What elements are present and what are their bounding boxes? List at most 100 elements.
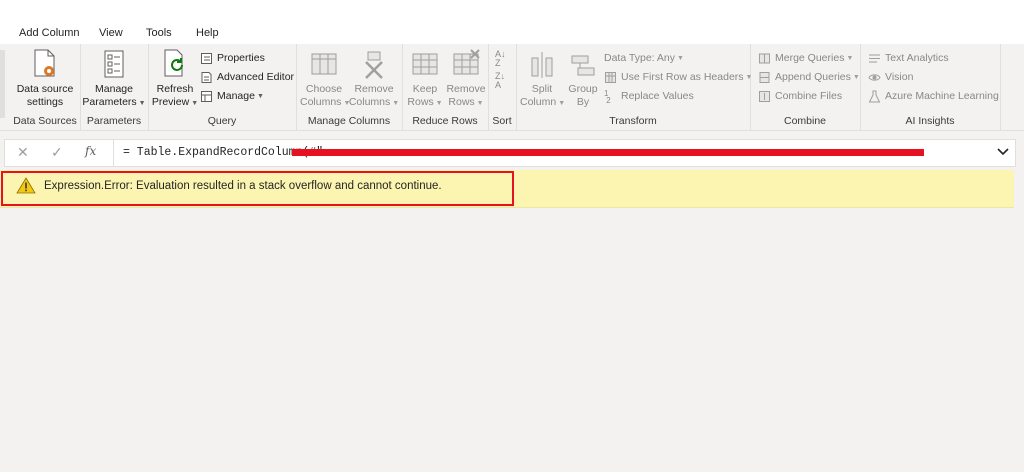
error-highlight-box: [1, 171, 514, 206]
keep-rows-icon: [412, 53, 438, 75]
text-analytics-label: Text Analytics: [885, 52, 949, 64]
text-analytics-button[interactable]: Text Analytics: [868, 50, 949, 66]
split-column-button[interactable]: Split Column ▼: [520, 48, 565, 110]
remove-columns-label-1: Remove: [354, 83, 394, 95]
refresh-preview-label-1: Refresh: [156, 83, 194, 95]
fx-icon[interactable]: fx: [85, 144, 96, 158]
data-source-settings-button[interactable]: Data source settings: [10, 48, 80, 108]
sort-ascending-button[interactable]: A↓ Z: [495, 50, 506, 68]
ribbon-edge: [0, 50, 5, 118]
vision-button[interactable]: Vision: [868, 69, 913, 85]
choose-columns-label-1: Choose: [305, 83, 343, 95]
append-queries-label: Append Queries: [775, 71, 851, 83]
group-label-manage-columns: Manage Columns: [307, 115, 391, 127]
vision-label: Vision: [885, 71, 914, 83]
remove-columns-label-2: Columns: [348, 95, 391, 108]
split-column-icon: [531, 52, 553, 78]
refresh-preview-icon: [164, 49, 183, 77]
group-parameters: Manage Parameters ▼ Parameters: [80, 44, 149, 130]
sort-descending-icon: Z↓ A: [495, 71, 505, 90]
vision-icon: [868, 73, 881, 81]
chevron-down-icon: ▼: [256, 92, 264, 100]
group-combine: Merge Queries ▼ Append Queries ▼ Combine F…: [750, 44, 861, 130]
data-source-settings-label-1: Data source: [16, 83, 74, 95]
append-queries-icon: [759, 71, 770, 83]
remove-rows-button[interactable]: Remove Rows ▼: [444, 48, 488, 110]
group-ai-insights: Text Analytics Vision Azure Machine Lear…: [860, 44, 1001, 130]
append-queries-button[interactable]: Append Queries ▼: [758, 69, 860, 85]
group-by-icon: [571, 55, 595, 76]
sort-descending-button[interactable]: Z↓ A: [495, 72, 505, 90]
group-by-label-2: By: [576, 95, 590, 108]
combine-files-label: Combine Files: [775, 90, 843, 102]
manage-parameters-label-1: Manage: [95, 83, 133, 95]
cancel-icon[interactable]: ✕: [17, 144, 29, 161]
commit-icon[interactable]: ✓: [51, 144, 63, 161]
group-label-query: Query: [207, 115, 237, 127]
keep-rows-button[interactable]: Keep Rows ▼: [404, 48, 446, 110]
group-label-ai-insights: AI Insights: [905, 115, 955, 127]
sort-ascending-icon: A↓ Z: [495, 49, 506, 68]
manage-parameters-label-2: Parameters: [82, 95, 137, 108]
flask-icon: [868, 90, 881, 102]
chevron-down-icon: ▼: [846, 54, 854, 62]
group-sort: A↓ Z Z↓ A Sort: [488, 44, 517, 130]
properties-button[interactable]: Properties: [200, 50, 265, 66]
group-manage-columns: Choose Columns ▼ Remove Columns ▼ Manage C…: [296, 44, 403, 130]
properties-icon: [201, 52, 212, 64]
chevron-down-icon: ▼: [476, 99, 484, 107]
replace-values-button[interactable]: 1 2 Replace Values: [604, 88, 694, 104]
azure-machine-learning-button[interactable]: Azure Machine Learning: [868, 88, 999, 104]
keep-rows-label-1: Keep: [412, 83, 438, 95]
advanced-editor-label: Advanced Editor: [217, 71, 295, 83]
group-query: Refresh Preview ▼ Properties Advanced Edi…: [148, 44, 297, 130]
remove-columns-button[interactable]: Remove Columns ▼: [348, 48, 400, 110]
chevron-down-icon: ▼: [435, 99, 443, 107]
manage-parameters-button[interactable]: Manage Parameters ▼: [80, 48, 148, 110]
remove-rows-label-1: Remove: [446, 83, 486, 95]
merge-queries-label: Merge Queries: [775, 52, 845, 64]
group-label-reduce-rows: Reduce Rows: [412, 115, 478, 127]
properties-label: Properties: [217, 52, 265, 64]
group-label-transform: Transform: [609, 115, 657, 127]
split-column-label-1: Split: [531, 83, 553, 95]
group-reduce-rows: Keep Rows ▼ Remove Rows ▼ Reduce Rows: [402, 44, 489, 130]
merge-queries-button[interactable]: Merge Queries ▼: [758, 50, 853, 66]
azure-machine-learning-label: Azure Machine Learning: [885, 90, 999, 102]
redaction-mark: [292, 149, 924, 156]
advanced-editor-button[interactable]: Advanced Editor: [200, 69, 294, 85]
group-label-combine: Combine: [783, 115, 827, 127]
use-first-row-label: Use First Row as Headers: [621, 71, 744, 83]
table-headers-icon: [605, 71, 616, 83]
menu-bar: Add Column View Tools Help: [0, 0, 1024, 44]
keep-rows-label-2: Rows: [407, 95, 434, 108]
menu-view[interactable]: View: [99, 27, 123, 39]
chevron-down-icon: ▼: [852, 73, 860, 81]
chevron-down-icon: ▼: [677, 54, 684, 62]
use-first-row-as-headers-button[interactable]: Use First Row as Headers ▼: [604, 69, 752, 85]
text-analytics-icon: [869, 54, 880, 62]
refresh-preview-button[interactable]: Refresh Preview ▼: [150, 48, 200, 110]
remove-rows-label-2: Rows: [448, 95, 475, 108]
group-data-sources: Data source settings Data Sources: [10, 44, 81, 130]
manage-icon: [201, 90, 212, 102]
choose-columns-icon: [311, 53, 337, 75]
menu-add-column[interactable]: Add Column: [19, 27, 80, 39]
formula-separator: [113, 140, 114, 166]
menu-help[interactable]: Help: [196, 27, 219, 39]
menu-tools[interactable]: Tools: [146, 27, 172, 39]
advanced-editor-icon: [201, 71, 212, 83]
refresh-preview-label-2: Preview: [151, 95, 190, 108]
manage-button[interactable]: Manage ▼: [200, 88, 264, 104]
chevron-down-icon[interactable]: [997, 148, 1009, 156]
choose-columns-button[interactable]: Choose Columns ▼: [300, 48, 350, 110]
chevron-down-icon: ▼: [392, 99, 400, 107]
manage-label: Manage: [217, 90, 255, 102]
combine-files-button[interactable]: Combine Files: [758, 88, 842, 104]
group-by-label-1: Group: [568, 83, 598, 95]
group-label-sort: Sort: [492, 115, 512, 127]
data-type-dropdown[interactable]: Data Type: Any ▼: [604, 50, 684, 66]
chevron-down-icon: ▼: [138, 99, 146, 107]
group-by-button[interactable]: Group By: [564, 48, 602, 108]
ribbon: Data source settings Data Sources Manage…: [0, 44, 1024, 131]
